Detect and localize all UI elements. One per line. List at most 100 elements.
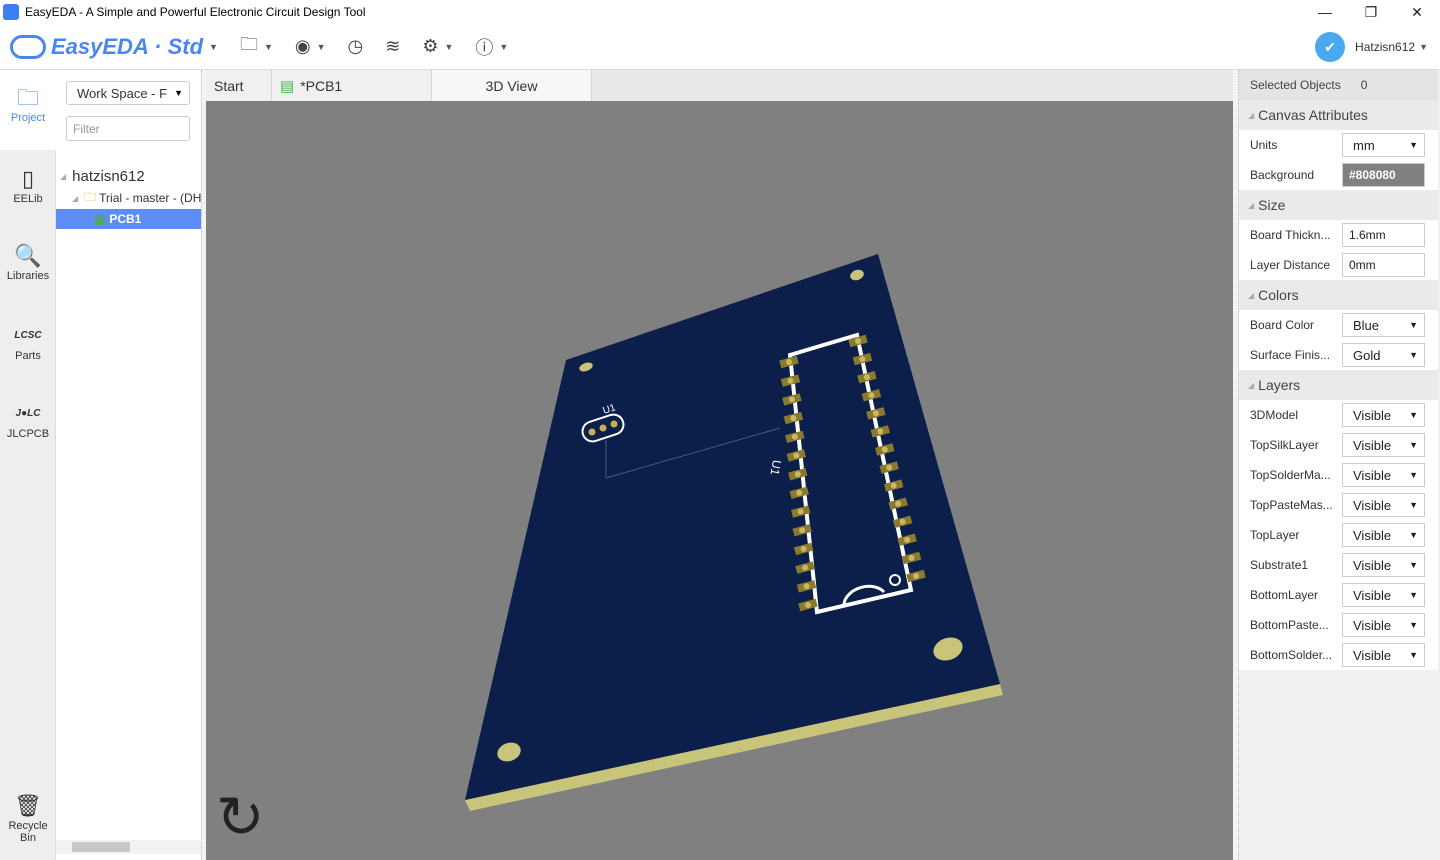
username: Hatzisn612 xyxy=(1355,40,1416,54)
scrollbar-thumb[interactable] xyxy=(72,842,130,852)
layer-name: 3DModel xyxy=(1250,408,1299,422)
prop-value: mm xyxy=(1353,137,1375,153)
surface-finish-select[interactable]: Gold ▼ xyxy=(1342,343,1425,367)
nav-jlcpcb[interactable]: J●LC JLCPCB xyxy=(0,400,56,440)
help-menu-button[interactable]: ⓘ ▼ xyxy=(475,34,508,60)
layer-visibility-select[interactable]: Visible ▼ xyxy=(1342,403,1425,427)
pad-hole xyxy=(877,428,884,435)
pcb-3d-view[interactable]: U1 U1 xyxy=(206,101,1233,860)
section-size[interactable]: ◢ Size xyxy=(1239,190,1438,220)
chevron-down-icon: ▼ xyxy=(1409,530,1418,540)
user-menu[interactable]: ✔ Hatzisn612 ▼ xyxy=(1315,32,1428,62)
layer-visibility-select[interactable]: Visible ▼ xyxy=(1342,523,1425,547)
nav-parts[interactable]: LCSC Parts xyxy=(0,322,56,362)
nav-recycle-bin[interactable]: 🗑 Recycle Bin xyxy=(0,792,56,844)
file-menu-button[interactable]: 🗀 ▼ xyxy=(240,32,273,62)
board-color-select[interactable]: Blue ▼ xyxy=(1342,313,1425,337)
nav-libraries[interactable]: 🔍 Libraries xyxy=(0,242,56,282)
pad-hole xyxy=(868,392,875,399)
layer-visibility-select[interactable]: Visible ▼ xyxy=(1342,613,1425,637)
layer-visibility-select[interactable]: Visible ▼ xyxy=(1342,553,1425,577)
chevron-down-icon: ▼ xyxy=(1409,560,1418,570)
window-title: EasyEDA - A Simple and Powerful Electron… xyxy=(25,5,366,19)
tree-pcb1[interactable]: ▤ PCB1 xyxy=(56,209,201,229)
units-select[interactable]: mm ▼ xyxy=(1342,133,1425,157)
rotate-icon[interactable]: ↻ xyxy=(216,789,265,847)
section-canvas-attributes[interactable]: ◢ Canvas Attributes xyxy=(1239,100,1438,130)
layer-visibility: Visible xyxy=(1353,407,1392,423)
chevron-down-icon: ▼ xyxy=(1409,470,1418,480)
settings-menu-button[interactable]: ⚙ ▼ xyxy=(422,36,453,57)
layer-visibility: Visible xyxy=(1353,467,1392,483)
3d-canvas[interactable]: U1 U1 ↻ xyxy=(206,101,1233,860)
layer-visibility-select[interactable]: Visible ▼ xyxy=(1342,433,1425,457)
layer-visibility-select[interactable]: Visible ▼ xyxy=(1342,463,1425,487)
tree-label: Trial - master - (DH xyxy=(99,191,201,205)
horizontal-scrollbar[interactable] xyxy=(56,840,201,854)
tab-label: Start xyxy=(214,77,244,94)
nav-eelib[interactable]: ▯ EELib xyxy=(0,165,56,205)
layer-visibility: Visible xyxy=(1353,647,1392,663)
selected-label: Selected Objects xyxy=(1250,78,1341,92)
workspace-select[interactable]: Work Space - F ▼ xyxy=(66,81,190,105)
tab-start[interactable]: Start xyxy=(206,70,272,101)
layers-button[interactable]: ≋ xyxy=(385,36,400,57)
left-nav: 🗀 Project ▯ EELib 🔍 Libraries LCSC Parts J●L… xyxy=(0,70,56,860)
cloud-icon xyxy=(10,34,46,59)
pcb-icon: ▤ xyxy=(280,77,295,95)
prop-layer-distance: Layer Distance 0mm xyxy=(1239,250,1438,280)
tree-project[interactable]: ◢ 🗀 Trial - master - (DH xyxy=(56,187,201,209)
jlc-icon: J●LC xyxy=(15,408,41,419)
layer-row: 3DModel Visible ▼ xyxy=(1239,400,1438,430)
chevron-down-icon: ▼ xyxy=(1409,500,1418,510)
prop-value: 1.6mm xyxy=(1349,228,1386,242)
layer-row: TopSolderMa... Visible ▼ xyxy=(1239,460,1438,490)
board-thickness-input[interactable]: 1.6mm xyxy=(1342,223,1425,247)
layer-row: TopPasteMas... Visible ▼ xyxy=(1239,490,1438,520)
search-chip-icon: 🔍 xyxy=(14,243,42,268)
nav-label: EELib xyxy=(13,193,43,205)
layer-visibility-select[interactable]: Visible ▼ xyxy=(1342,583,1425,607)
layer-row: Substrate1 Visible ▼ xyxy=(1239,550,1438,580)
tab-pcb1[interactable]: ▤ *PCB1 xyxy=(272,70,432,101)
layers-icon: ≋ xyxy=(385,36,401,56)
section-layers[interactable]: ◢ Layers xyxy=(1239,370,1438,400)
pad-hole xyxy=(886,464,893,471)
layer-visibility: Visible xyxy=(1353,587,1392,603)
layer-visibility-select[interactable]: Visible ▼ xyxy=(1342,493,1425,517)
pad-hole xyxy=(805,602,811,608)
view-menu-button[interactable]: ◉ ▼ xyxy=(295,36,326,57)
close-button[interactable]: ✕ xyxy=(1394,0,1440,24)
layer-visibility-select[interactable]: Visible ▼ xyxy=(1342,643,1425,667)
tab-3d-view[interactable]: 3D View xyxy=(432,70,592,101)
easyeda-logo[interactable]: EasyEDA · Std ▼ xyxy=(10,34,218,60)
chevron-down-icon: ▼ xyxy=(1409,590,1418,600)
layer-name: Substrate1 xyxy=(1250,558,1309,572)
tree-user[interactable]: ◢ hatzisn612 xyxy=(56,165,201,187)
history-button[interactable]: ◷ xyxy=(348,36,364,57)
pad-hole xyxy=(794,471,801,478)
folder-icon: 🗀 xyxy=(239,33,258,54)
pad-hole xyxy=(797,508,804,515)
layer-name: TopPasteMas... xyxy=(1250,498,1333,512)
pad-hole xyxy=(895,500,902,507)
chip-label: U1 xyxy=(767,459,784,477)
pad-hole xyxy=(890,482,897,489)
main-toolbar: EasyEDA · Std ▼ 🗀 ▼ ◉ ▼ ◷ ≋ ⚙ ▼ ⓘ ▼ ✔ Hatzisn6… xyxy=(0,24,1440,70)
pad-hole xyxy=(908,554,915,561)
layer-distance-input[interactable]: 0mm xyxy=(1342,253,1425,277)
restore-button[interactable]: ❐ xyxy=(1348,0,1394,24)
background-color-picker[interactable]: #808080 xyxy=(1342,163,1425,187)
folder-icon: 🗀 xyxy=(84,189,97,204)
prop-label: Units xyxy=(1250,138,1278,152)
pcb-icon: ▤ xyxy=(94,212,106,226)
filter-input[interactable]: Filter xyxy=(66,116,190,141)
nav-project[interactable]: 🗀 Project xyxy=(0,70,56,150)
chevron-down-icon[interactable]: ▼ xyxy=(209,42,218,52)
minimize-button[interactable]: — xyxy=(1302,0,1348,24)
chevron-down-icon: ▼ xyxy=(1409,620,1418,630)
layer-name: BottomLayer xyxy=(1250,588,1319,602)
section-title: Colors xyxy=(1258,287,1299,303)
section-title: Canvas Attributes xyxy=(1258,107,1368,123)
section-colors[interactable]: ◢ Colors xyxy=(1239,280,1438,310)
